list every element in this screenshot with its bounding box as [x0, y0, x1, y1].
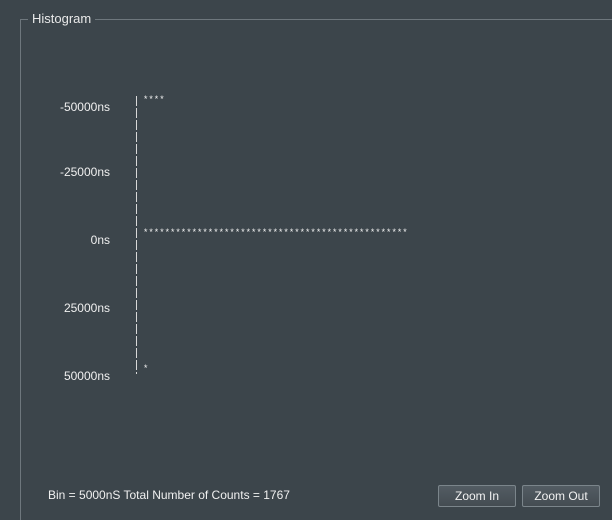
histogram-axis [136, 96, 137, 374]
zoom-in-button[interactable]: Zoom In [438, 485, 516, 507]
y-label-minus-50000: -50000ns [59, 100, 110, 114]
bar-minus-50000: **** [143, 95, 165, 105]
y-label-zero: 0ns [90, 233, 110, 247]
histogram-panel [20, 19, 612, 520]
y-label-plus-25000: 25000ns [63, 301, 110, 315]
bar-plus-50000: * [143, 364, 149, 374]
zoom-out-button[interactable]: Zoom Out [522, 485, 600, 507]
panel-title: Histogram [28, 10, 96, 28]
y-label-minus-25000: -25000ns [59, 165, 110, 179]
y-label-plus-50000: 50000ns [63, 369, 110, 383]
bar-zero: ****************************************… [143, 228, 408, 238]
status-text: Bin = 5000nS Total Number of Counts = 17… [48, 488, 290, 502]
